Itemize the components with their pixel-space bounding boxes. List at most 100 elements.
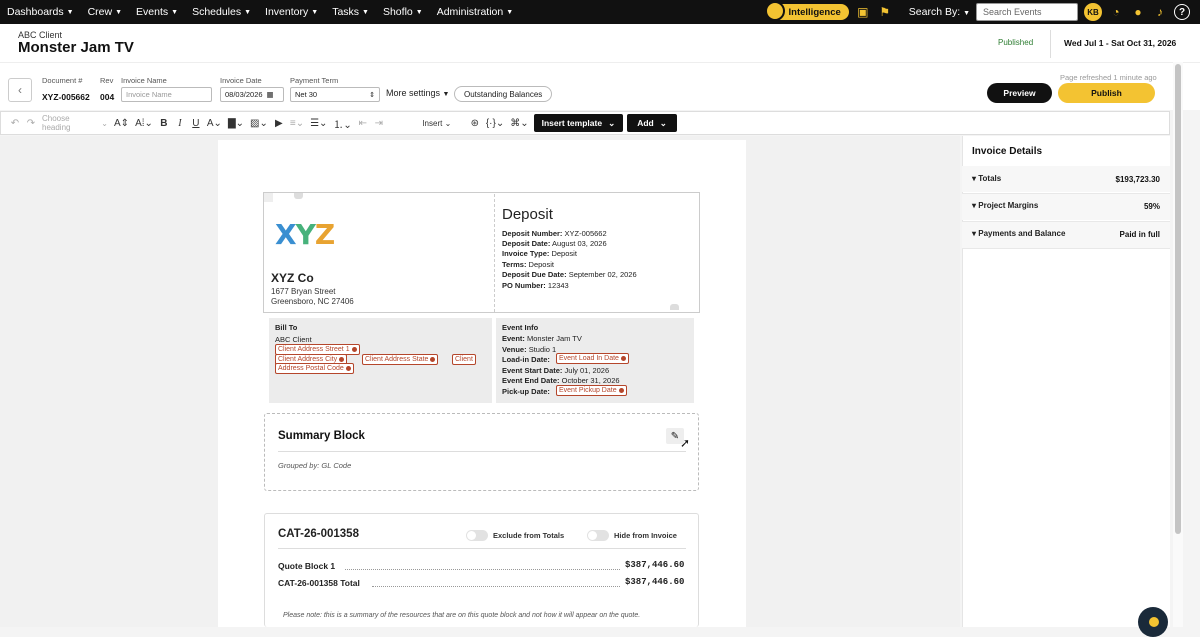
clipboard-icon[interactable]: ▣	[855, 4, 871, 20]
nav-crew[interactable]: Crew ▼	[81, 6, 129, 18]
code-icon[interactable]: {·}⌄	[483, 114, 507, 132]
heading-select[interactable]: Choose heading ⌄	[39, 114, 111, 132]
image-icon[interactable]: ▨⌄	[247, 114, 271, 132]
bill-to-client: ABC Client	[275, 335, 312, 344]
align-icon[interactable]: ≡⌄	[287, 114, 307, 132]
numbered-list-icon[interactable]: ⒈⌄	[330, 114, 354, 132]
sort-icon: ⇕	[369, 91, 375, 99]
highlight-icon[interactable]: ▇⌄	[225, 114, 247, 132]
insert-dropdown[interactable]: Insert ⌄	[407, 114, 467, 132]
mouse-cursor-icon: ➚	[680, 436, 691, 450]
quote-total-label: CAT-26-001358 Total	[278, 578, 360, 588]
merge-tag[interactable]: Event Load In Date	[556, 353, 629, 364]
triangle-down-icon: ▾	[972, 229, 977, 238]
nav-tasks[interactable]: Tasks ▼	[325, 6, 376, 18]
invoice-date-label: Invoice Date	[220, 76, 262, 85]
invoice-date-input[interactable]: 08/03/2026 ▦	[220, 87, 284, 102]
status-badge: Published	[998, 38, 1034, 47]
nav-schedules[interactable]: Schedules ▼	[185, 6, 258, 18]
loadin-label: Load-in Date:	[502, 355, 550, 364]
invoice-details-title: Invoice Details	[972, 146, 1043, 157]
variable-icon[interactable]: ⌘⌄	[507, 114, 531, 132]
totals-value: $193,723.30	[1115, 175, 1161, 184]
caret-down-icon: ▼	[115, 8, 123, 16]
invoice-name-input[interactable]: Invoice Name	[121, 87, 212, 102]
redo-icon[interactable]: ↷	[23, 114, 39, 132]
back-button[interactable]: ‹	[8, 78, 32, 102]
triangle-down-icon: ▾	[972, 174, 977, 183]
deposit-due-date: Deposit Due Date: September 02, 2026	[502, 270, 637, 279]
merge-tag[interactable]: Client Address State	[362, 354, 439, 365]
merge-tag[interactable]: Client	[452, 354, 476, 365]
add-button[interactable]: Add ⌄	[627, 114, 677, 132]
po-number: PO Number: 12343	[502, 281, 569, 290]
info-icon	[339, 357, 345, 362]
table-handle-icon[interactable]	[264, 193, 273, 202]
bullet-list-icon[interactable]: ☰⌄	[307, 114, 330, 132]
top-nav: Dashboards ▼ Crew ▼ Events ▼ Schedules ▼ Inv…	[0, 0, 1200, 24]
bell-icon[interactable]: ♪	[1152, 4, 1168, 20]
nav-administration[interactable]: Administration ▼	[430, 6, 520, 18]
underline-icon[interactable]: U	[188, 114, 204, 132]
indent-icon[interactable]: ⇥	[371, 114, 387, 132]
invoice-type: Invoice Type: Deposit	[502, 249, 577, 258]
start-date-line: Event Start Date: July 01, 2026	[502, 366, 610, 375]
column-handle-icon[interactable]	[294, 193, 303, 199]
bill-to-title: Bill To	[275, 323, 298, 332]
nav-shoflo[interactable]: Shoflo ▼	[376, 6, 430, 18]
undo-icon[interactable]: ↶	[7, 114, 23, 132]
project-margins-value: 59%	[1143, 202, 1160, 211]
summary-block[interactable]	[264, 413, 699, 491]
find-replace-icon[interactable]: ⊛	[467, 114, 483, 132]
flag-icon[interactable]: ⚑	[877, 4, 893, 20]
company-logo: XYZ	[275, 218, 335, 251]
timer-icon[interactable]: ◔	[1108, 4, 1124, 20]
info-icon	[345, 366, 351, 371]
info-icon	[351, 347, 357, 352]
outstanding-balances-button[interactable]: Outstanding Balances	[454, 86, 553, 102]
user-avatar[interactable]: KB	[1084, 3, 1102, 21]
bold-icon[interactable]: B	[156, 114, 172, 132]
scrollbar-thumb[interactable]	[1175, 64, 1181, 534]
hide-label: Hide from Invoice	[614, 531, 677, 540]
media-icon[interactable]: ▶	[271, 114, 287, 132]
merge-tag[interactable]: Address Postal Code	[275, 363, 354, 374]
intelligence-button[interactable]: Intelligence	[764, 1, 849, 21]
help-icon[interactable]: ?	[1174, 4, 1190, 20]
event-header: ABC Client Monster Jam TV Published Wed …	[0, 24, 1200, 62]
pickup-label: Pick-up Date:	[502, 387, 550, 396]
chat-launcher-icon[interactable]	[1138, 607, 1168, 637]
font-size-icon[interactable]: A⇕	[111, 114, 132, 132]
search-by-dropdown[interactable]: Search By: ▼	[909, 6, 970, 18]
exclude-toggle[interactable]	[466, 530, 488, 541]
event-title: Monster Jam TV	[18, 39, 134, 56]
company-name: XYZ Co	[271, 271, 314, 285]
chevron-left-icon: ‹	[18, 83, 22, 97]
nav-events[interactable]: Events ▼	[129, 6, 185, 18]
chat-icon[interactable]: ●	[1130, 4, 1146, 20]
payments-balance-value: Paid in full	[1119, 230, 1160, 239]
more-settings-dropdown[interactable]: More settings ▼	[386, 88, 449, 98]
nav-dashboards[interactable]: Dashboards ▼	[0, 6, 81, 18]
editor-toolbar: ↶ ↷ Choose heading ⌄ A⇕ A⁞⌄ B I U A⌄ ▇⌄ …	[0, 111, 1170, 135]
quote-row-label: Quote Block 1	[278, 561, 336, 571]
divider	[1050, 30, 1051, 58]
hide-toggle[interactable]	[587, 530, 609, 541]
insert-template-button[interactable]: Insert template ⌄	[533, 114, 624, 132]
divider	[494, 194, 495, 312]
publish-button[interactable]: Publish	[1058, 83, 1155, 103]
search-events-input[interactable]: Search Events	[976, 3, 1078, 21]
nav-inventory[interactable]: Inventory ▼	[258, 6, 325, 18]
text-color-icon[interactable]: A⌄	[204, 114, 225, 132]
italic-icon[interactable]: I	[172, 114, 188, 132]
resize-handle-icon[interactable]	[670, 304, 679, 310]
preview-button[interactable]: Preview	[987, 83, 1052, 103]
outdent-icon[interactable]: ⇤	[355, 114, 371, 132]
payment-term-select[interactable]: Net 30 ⇕	[290, 87, 380, 102]
font-family-icon[interactable]: A⁞⌄	[132, 114, 156, 132]
invoice-name-label: Invoice Name	[121, 76, 167, 85]
info-icon	[618, 388, 624, 393]
deposit-number: Deposit Number: XYZ-005662	[502, 229, 607, 238]
summary-title: Summary Block	[278, 430, 365, 442]
merge-tag[interactable]: Event Pickup Date	[556, 385, 627, 396]
